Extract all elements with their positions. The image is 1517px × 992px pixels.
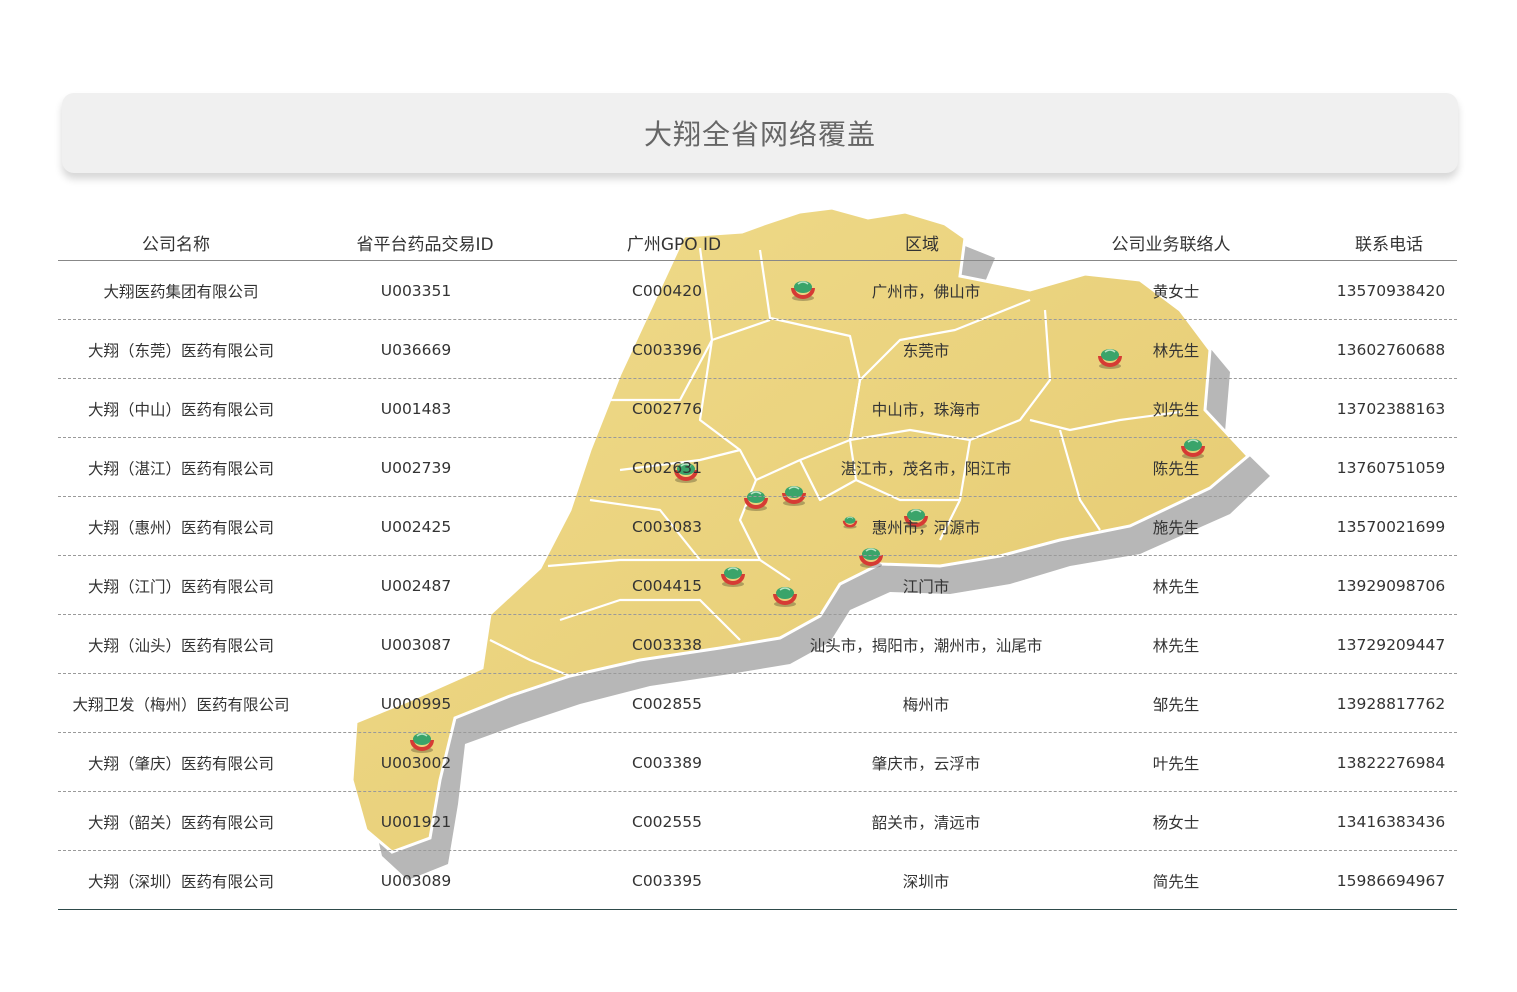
cell-gpo-id: C002855: [632, 695, 702, 713]
table-body: 大翔医药集团有限公司 U003351 C000420 广州市，佛山市 黄女士 1…: [58, 261, 1457, 910]
cell-contact: 杨女士: [1152, 814, 1200, 832]
table-row: 大翔（东莞）医药有限公司 U036669 C003396 东莞市 林先生 136…: [58, 320, 1457, 379]
table-row: 大翔医药集团有限公司 U003351 C000420 广州市，佛山市 黄女士 1…: [58, 261, 1457, 320]
table-row: 大翔（韶关）医药有限公司 U001921 C002555 韶关市，清远市 杨女士…: [58, 792, 1457, 851]
cell-phone: 13570021699: [1336, 518, 1446, 536]
cell-company-name: 大翔（深圳）医药有限公司: [87, 873, 275, 891]
coverage-table: 公司名称 省平台药品交易ID 广州GPO ID 区域 公司业务联络人 联系电话 …: [58, 214, 1457, 910]
cell-gpo-id: C004415: [632, 577, 702, 595]
table-row: 大翔（中山）医药有限公司 U001483 C002776 中山市，珠海市 刘先生…: [58, 379, 1457, 438]
cell-company-name: 大翔（韶关）医药有限公司: [87, 814, 275, 832]
cell-contact: 林先生: [1152, 637, 1200, 655]
coverage-page: 大翔全省网络覆盖 公司名称 省平台药品交易ID 广州GPO ID 区域 公司业务…: [0, 0, 1517, 992]
cell-company-name: 大翔（惠州）医药有限公司: [87, 519, 275, 537]
cell-region: 肇庆市，云浮市: [871, 755, 981, 773]
cell-platform-id: U000995: [380, 695, 452, 713]
cell-platform-id: U001483: [380, 400, 452, 418]
cell-company-name: 大翔（肇庆）医药有限公司: [87, 755, 275, 773]
cell-phone: 13928817762: [1336, 695, 1446, 713]
cell-contact: 简先生: [1152, 873, 1200, 891]
cell-phone: 13729209447: [1336, 636, 1446, 654]
table-row: 大翔（肇庆）医药有限公司 U003002 C003389 肇庆市，云浮市 叶先生…: [58, 733, 1457, 792]
cell-platform-id: U036669: [380, 341, 452, 359]
cell-contact: 邹先生: [1152, 696, 1200, 714]
cell-company-name: 大翔（湛江）医药有限公司: [87, 460, 275, 478]
cell-company-name: 大翔卫发（梅州）医药有限公司: [72, 696, 290, 714]
cell-gpo-id: C002776: [632, 400, 702, 418]
cell-platform-id: U003087: [380, 636, 452, 654]
cell-platform-id: U003089: [380, 872, 452, 890]
cell-phone: 13570938420: [1336, 282, 1446, 300]
cell-phone: 13822276984: [1336, 754, 1446, 772]
cell-gpo-id: C003338: [632, 636, 702, 654]
cell-company-name: 大翔（汕头）医药有限公司: [87, 637, 275, 655]
table-row: 大翔卫发（梅州）医药有限公司 U000995 C002855 梅州市 邹先生 1…: [58, 674, 1457, 733]
cell-gpo-id: C003396: [632, 341, 702, 359]
cell-gpo-id: C002631: [632, 459, 702, 477]
cell-phone: 15986694967: [1336, 872, 1446, 890]
cell-platform-id: U003351: [380, 282, 452, 300]
cell-company-name: 大翔（东莞）医药有限公司: [87, 342, 275, 360]
table-row: 大翔（惠州）医药有限公司 U002425 C003083 惠州市，河源市 施先生…: [58, 497, 1457, 556]
cell-contact: 刘先生: [1152, 401, 1200, 419]
cell-company-name: 大翔医药集团有限公司: [103, 283, 259, 301]
table-row: 大翔（深圳）医药有限公司 U003089 C003395 深圳市 简先生 159…: [58, 851, 1457, 910]
cell-phone: 13416383436: [1336, 813, 1446, 831]
cell-gpo-id: C003083: [632, 518, 702, 536]
cell-platform-id: U001921: [380, 813, 452, 831]
cell-contact: 林先生: [1152, 578, 1200, 596]
header-gpo-id: 广州GPO ID: [626, 235, 722, 255]
table-row: 大翔（江门）医药有限公司 U002487 C004415 江门市 林先生 139…: [58, 556, 1457, 615]
header-phone: 联系电话: [1355, 235, 1423, 255]
cell-phone: 13702388163: [1336, 400, 1446, 418]
cell-phone: 13760751059: [1336, 459, 1446, 477]
table-row: 大翔（汕头）医药有限公司 U003087 C003338 汕头市，揭阳市，潮州市…: [58, 615, 1457, 674]
cell-platform-id: U003002: [380, 754, 452, 772]
cell-company-name: 大翔（中山）医药有限公司: [87, 401, 275, 419]
cell-gpo-id: C000420: [632, 282, 702, 300]
cell-region: 梅州市: [902, 696, 950, 714]
title-card: 大翔全省网络覆盖: [62, 93, 1458, 173]
table-row: 大翔（湛江）医药有限公司 U002739 C002631 湛江市，茂名市，阳江市…: [58, 438, 1457, 497]
cell-platform-id: U002739: [380, 459, 452, 477]
cell-platform-id: U002487: [380, 577, 452, 595]
cell-contact: 陈先生: [1152, 460, 1200, 478]
cell-region: 广州市，佛山市: [871, 283, 981, 301]
cell-contact: 林先生: [1152, 342, 1200, 360]
header-company-name: 公司名称: [142, 235, 210, 255]
cell-region: 东莞市: [902, 342, 950, 360]
cell-region: 江门市: [902, 578, 950, 596]
cell-gpo-id: C003389: [632, 754, 702, 772]
cell-contact: 施先生: [1152, 519, 1200, 537]
header-contact: 公司业务联络人: [1111, 235, 1231, 255]
cell-region: 汕头市，揭阳市，潮州市，汕尾市: [809, 637, 1043, 655]
cell-contact: 叶先生: [1152, 755, 1200, 773]
cell-contact: 黄女士: [1152, 283, 1200, 301]
table-header: 公司名称 省平台药品交易ID 广州GPO ID 区域 公司业务联络人 联系电话: [58, 214, 1457, 261]
cell-gpo-id: C003395: [632, 872, 702, 890]
cell-phone: 13929098706: [1336, 577, 1446, 595]
cell-region: 深圳市: [902, 873, 950, 891]
cell-company-name: 大翔（江门）医药有限公司: [87, 578, 275, 596]
cell-region: 韶关市，清远市: [871, 814, 981, 832]
header-platform-id: 省平台药品交易ID: [356, 235, 494, 255]
header-region: 区域: [905, 235, 939, 255]
page-title: 大翔全省网络覆盖: [643, 118, 876, 151]
cell-region: 惠州市，河源市: [871, 519, 981, 537]
cell-platform-id: U002425: [380, 518, 452, 536]
cell-region: 湛江市，茂名市，阳江市: [840, 460, 1012, 478]
cell-phone: 13602760688: [1336, 341, 1446, 359]
cell-gpo-id: C002555: [632, 813, 702, 831]
cell-region: 中山市，珠海市: [871, 401, 981, 419]
